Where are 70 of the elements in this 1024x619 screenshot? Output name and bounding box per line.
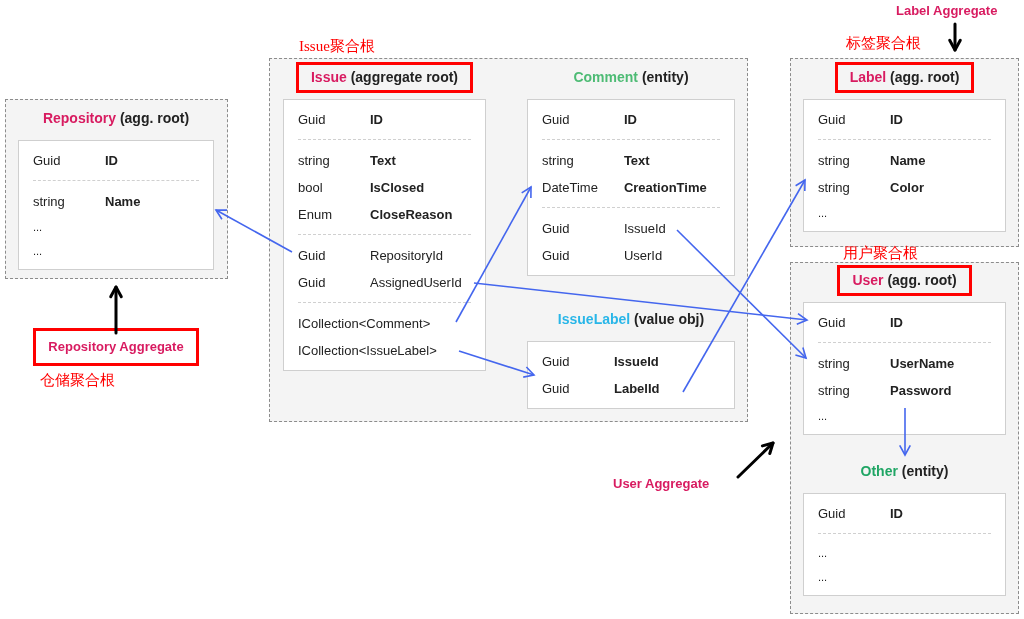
field-name: CreationTime: [623, 179, 707, 197]
aggregate-caption: 标签聚合根: [846, 34, 921, 53]
aggregate-caption: 用户聚合根: [843, 244, 918, 263]
entity-title: User (agg. root): [837, 265, 972, 296]
ellipsis-text: ...: [818, 570, 828, 585]
field-type: Guid: [542, 247, 570, 265]
field-name: AssignedUserId: [370, 274, 462, 292]
field-name: Text: [623, 152, 650, 170]
ellipsis-text: ...: [33, 244, 43, 259]
field-name: Text: [370, 152, 396, 170]
pointer-arrow: [109, 285, 123, 335]
field-type: Guid: [298, 247, 326, 265]
field-type: ICollection<Comment>: [298, 315, 431, 333]
entity-title: IssueLabel (value obj): [556, 310, 706, 329]
field-name: ID: [105, 152, 118, 170]
field-name: Color: [890, 179, 924, 197]
entity-title: Label (agg. root): [834, 62, 975, 93]
connector-arrow: [898, 407, 912, 457]
entity-title: Issue (aggregate root): [295, 62, 473, 93]
field-type: string: [298, 152, 330, 170]
field-type: string: [818, 179, 850, 197]
field-name: Name: [105, 193, 141, 211]
field-type: string: [542, 152, 574, 170]
field-name: Name: [890, 152, 926, 170]
field-type: DateTime: [542, 179, 598, 197]
entity-title: Repository (agg. root): [41, 109, 191, 128]
field-type: string: [33, 193, 65, 211]
field-type: ICollection<IssueLabel>: [298, 342, 437, 360]
field-name: CloseReason: [370, 206, 453, 224]
field-type: Guid: [542, 380, 570, 398]
field-type: Guid: [542, 111, 570, 129]
field-name: ID: [623, 111, 637, 129]
aggregate-label: User Aggregate: [613, 475, 710, 493]
field-type: Guid: [33, 152, 61, 170]
aggregate-caption: 仓储聚合根: [40, 371, 115, 390]
field-type: Guid: [818, 505, 846, 523]
entity-title: Other (entity): [859, 462, 950, 481]
field-name: ID: [370, 111, 383, 129]
field-name: IsClosed: [370, 179, 425, 197]
field-type: Guid: [542, 353, 570, 371]
field-name: ID: [890, 314, 903, 332]
pointer-arrow: [736, 441, 775, 479]
field-type: Guid: [298, 111, 326, 129]
field-type: string: [818, 152, 850, 170]
field-name: UserName: [890, 355, 955, 373]
field-type: Guid: [818, 314, 846, 332]
field-name: LabelId: [614, 380, 660, 398]
field-name: RepositoryId: [370, 247, 443, 265]
field-name: ID: [890, 111, 903, 129]
field-type: bool: [298, 179, 323, 197]
aggregate-label: Repository Aggregate: [33, 328, 199, 366]
field-type: string: [818, 382, 850, 400]
field-name: IssueId: [614, 353, 659, 371]
pointer-arrow: [948, 22, 962, 52]
field-name: Password: [890, 382, 952, 400]
ellipsis-text: ...: [33, 220, 43, 235]
ellipsis-text: ...: [818, 546, 828, 561]
ellipsis-text: ...: [818, 206, 828, 221]
field-type: Guid: [542, 220, 570, 238]
ellipsis-text: ...: [818, 409, 828, 424]
field-name: IssueId: [623, 220, 666, 238]
field-type: Guid: [298, 274, 326, 292]
entity-title: Comment (entity): [572, 68, 690, 87]
aggregate-label: Label Aggregate: [896, 2, 998, 20]
field-type: string: [818, 355, 850, 373]
field-name: ID: [890, 505, 903, 523]
field-type: Enum: [298, 206, 332, 224]
field-name: UserId: [623, 247, 663, 265]
aggregate-caption: Issue聚合根: [299, 37, 375, 56]
field-type: Guid: [818, 111, 846, 129]
